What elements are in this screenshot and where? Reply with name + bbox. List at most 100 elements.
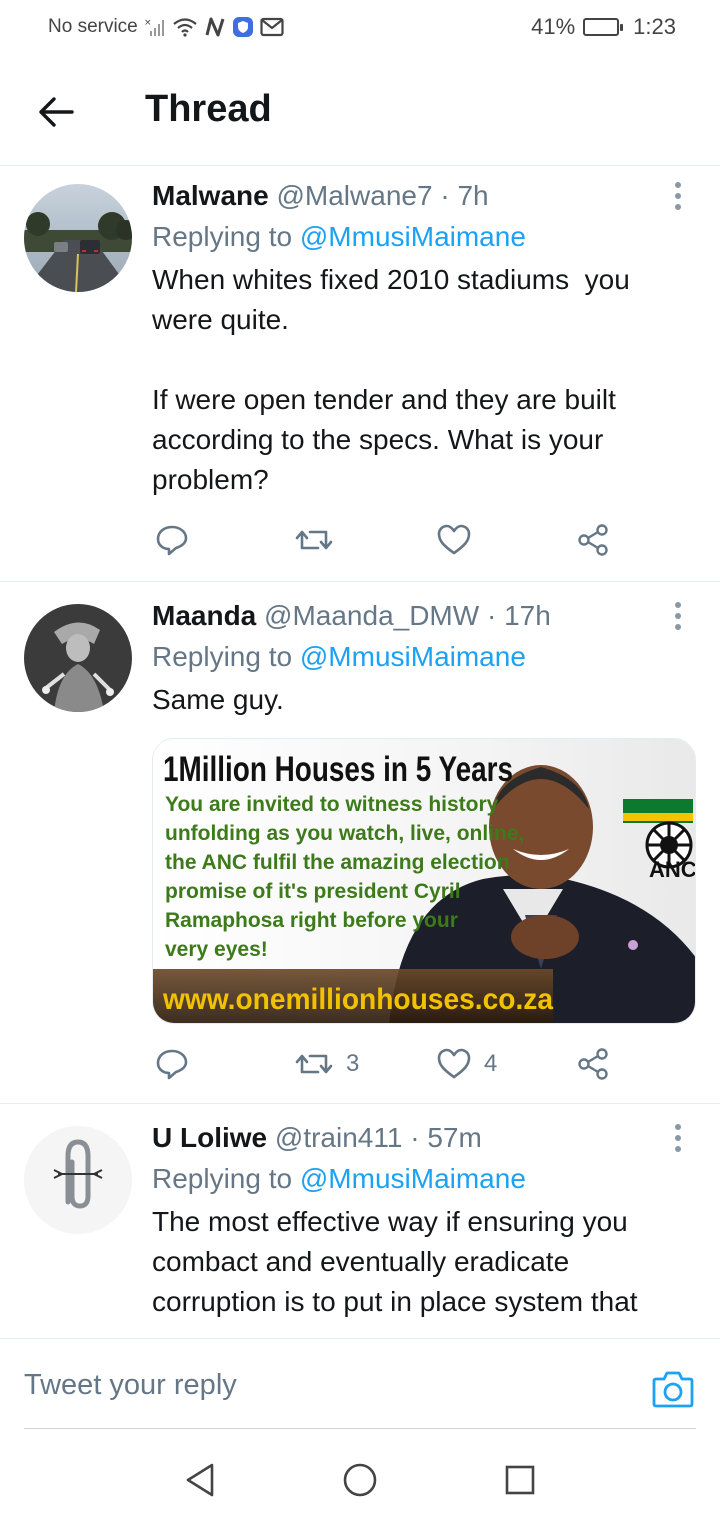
share-button[interactable] <box>576 518 612 562</box>
meta-separator: · <box>410 1122 420 1153</box>
retweet-button[interactable]: 3 <box>294 1042 359 1086</box>
poster-body-line: promise of it's president Cyril <box>165 880 461 903</box>
arrow-left-icon <box>39 97 74 127</box>
avatar[interactable] <box>24 604 132 712</box>
author-name[interactable]: Maanda <box>152 600 256 631</box>
author-handle[interactable]: @Malwane7 <box>276 180 432 211</box>
author-handle[interactable]: @train411 <box>275 1122 403 1153</box>
page-title: Thread <box>145 88 272 130</box>
mention-link[interactable]: @MmusiMaimane <box>300 641 526 672</box>
tweet-item[interactable]: Malwane @Malwane7 · 7h Replying to @Mmus… <box>0 166 720 582</box>
road-photo-avatar <box>24 184 132 292</box>
poster-body-line: very eyes! <box>165 938 268 961</box>
status-bar-right: 41% 1:23 <box>531 14 676 40</box>
more-options-button[interactable] <box>666 596 690 636</box>
author-name[interactable]: U Loliwe <box>152 1122 267 1153</box>
anc-logo-text: ANC <box>649 857 696 882</box>
tweet-image[interactable]: ANC 1Million Houses in 5 Years You are i… <box>152 738 696 1024</box>
share-button[interactable] <box>576 1042 612 1086</box>
share-icon <box>578 1048 608 1080</box>
tweet-text: When whites fixed 2010 stadiums you were… <box>152 264 630 495</box>
back-button[interactable] <box>32 88 80 136</box>
replying-to-line: Replying to @MmusiMaimane <box>152 636 696 678</box>
author-name[interactable]: Malwane <box>152 180 269 211</box>
wifi-icon <box>172 17 198 37</box>
tweet-body: U Loliwe @train411 · 57m Replying to @Mm… <box>152 1118 696 1322</box>
triangle-back-icon <box>186 1463 214 1497</box>
avatar[interactable] <box>24 184 132 292</box>
meta-separator: · <box>440 180 450 211</box>
more-dot <box>675 1135 681 1141</box>
svg-text:×: × <box>144 18 152 28</box>
avatar[interactable] <box>24 1126 132 1234</box>
replying-to-line: Replying to @MmusiMaimane <box>152 216 696 258</box>
retweet-icon <box>295 530 333 550</box>
mention-link[interactable]: @MmusiMaimane <box>300 1163 526 1194</box>
more-options-button[interactable] <box>666 1118 690 1158</box>
speech-bubble-icon <box>156 1049 188 1080</box>
more-dot <box>675 1146 681 1152</box>
reply-input[interactable]: Tweet your reply <box>24 1361 584 1409</box>
mail-icon <box>260 17 284 37</box>
tweet-item[interactable]: U Loliwe @train411 · 57m Replying to @Mm… <box>0 1104 720 1338</box>
system-navigation-bar <box>0 1440 720 1520</box>
camera-button[interactable] <box>652 1369 694 1409</box>
share-icon <box>578 524 608 556</box>
poster-body-line: You are invited to witness history <box>165 793 499 816</box>
more-dot <box>675 1124 681 1130</box>
more-dot <box>675 204 681 210</box>
retweet-button[interactable] <box>294 518 346 562</box>
reply-divider <box>24 1428 696 1429</box>
tweet-time: 7h <box>457 180 489 211</box>
tweet-body: Malwane @Malwane7 · 7h Replying to @Mmus… <box>152 176 696 500</box>
tweet-body: Maanda @Maanda_DMW · 17h Replying to @Mm… <box>152 596 696 720</box>
meta-separator: · <box>486 600 497 631</box>
clock: 1:23 <box>633 14 676 39</box>
nfc-icon <box>204 17 226 37</box>
poster-body-line: unfolding as you watch, live, online, <box>165 822 524 845</box>
battery-icon <box>583 18 624 36</box>
tweet-text: The most effective way if ensuring you c… <box>152 1206 638 1317</box>
nav-home-button[interactable] <box>340 1460 380 1500</box>
signal-icon: × <box>144 17 166 37</box>
reply-button[interactable] <box>154 518 190 562</box>
nav-back-button[interactable] <box>180 1460 220 1500</box>
circle-home-icon <box>343 1463 377 1497</box>
replying-prefix: Replying to <box>152 641 293 672</box>
carrier-label: No service <box>48 16 138 37</box>
poster-body-line: Ramaphosa right before your <box>165 909 458 932</box>
tweet-meta: Maanda @Maanda_DMW · 17h <box>152 596 696 636</box>
reply-composer: Tweet your reply <box>0 1338 720 1430</box>
poster-body-line: the ANC fulfil the amazing election <box>165 851 510 874</box>
like-button[interactable]: 4 <box>436 1042 497 1086</box>
more-dot <box>675 182 681 188</box>
tweet-meta: Malwane @Malwane7 · 7h <box>152 176 696 216</box>
tweet-actions: 3 4 <box>152 1042 622 1086</box>
more-dot <box>675 613 681 619</box>
camera-icon <box>652 1371 694 1408</box>
one-million-houses-poster: ANC 1Million Houses in 5 Years You are i… <box>153 739 696 1023</box>
paperclip-photo-avatar <box>24 1126 132 1234</box>
author-handle[interactable]: @Maanda_DMW <box>264 600 479 631</box>
like-count: 4 <box>484 1050 498 1077</box>
more-options-button[interactable] <box>666 176 690 216</box>
tweet-time: 17h <box>504 600 551 631</box>
mention-link[interactable]: @MmusiMaimane <box>300 221 526 252</box>
vpn-shield-icon <box>232 16 254 38</box>
thread-header: Thread <box>0 56 720 166</box>
more-dot <box>675 193 681 199</box>
heart-icon <box>437 524 471 555</box>
replying-prefix: Replying to <box>152 1163 293 1194</box>
replying-prefix: Replying to <box>152 221 293 252</box>
retweet-icon <box>295 1054 333 1074</box>
tweet-meta: U Loliwe @train411 · 57m <box>152 1118 696 1158</box>
more-dot <box>675 624 681 630</box>
nav-recents-button[interactable] <box>500 1460 540 1500</box>
poster-url: www.onemillionhouses.co.za <box>162 983 553 1016</box>
tweet-text: Same guy. <box>152 684 284 715</box>
reply-button[interactable] <box>154 1042 190 1086</box>
tweet-time: 57m <box>427 1122 482 1153</box>
tweet-item[interactable]: Maanda @Maanda_DMW · 17h Replying to @Mm… <box>0 582 720 1104</box>
like-button[interactable] <box>436 518 484 562</box>
poster-headline: 1Million Houses in 5 Years <box>163 750 513 789</box>
